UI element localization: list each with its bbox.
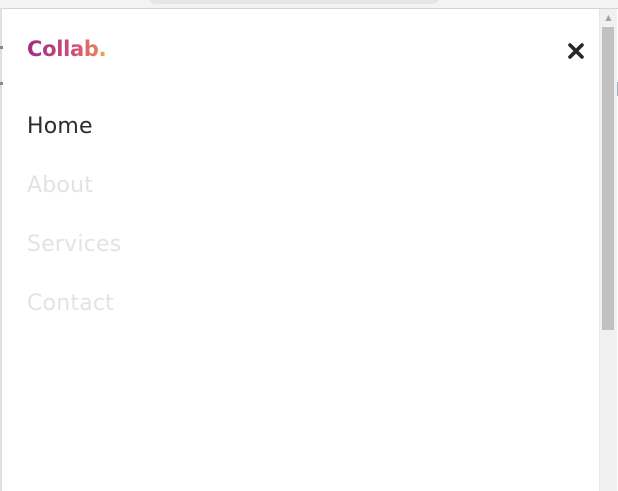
browser-top-strip (0, 0, 618, 9)
left-edge-marker (0, 82, 3, 85)
browser-address-pill (148, 0, 440, 4)
brand-dot: . (98, 37, 107, 61)
nav-item-services[interactable]: Services (27, 228, 121, 287)
vertical-scrollbar[interactable]: ▲ (599, 9, 617, 491)
nav-item-contact[interactable]: Contact (27, 287, 121, 346)
brand-name: Collab (27, 37, 99, 61)
close-icon (568, 43, 584, 59)
close-menu-button[interactable] (564, 39, 588, 63)
scrollbar-thumb[interactable] (602, 27, 614, 330)
scroll-up-arrow-icon[interactable]: ▲ (600, 9, 617, 25)
brand-logo[interactable]: Collab. (27, 35, 107, 63)
mobile-menu-frame: Collab. Home About Services Contact ▲ (0, 0, 618, 491)
left-window-edge (0, 8, 2, 491)
left-edge-marker (0, 46, 3, 49)
nav-item-home[interactable]: Home (27, 110, 121, 169)
main-nav: Home About Services Contact (27, 110, 121, 346)
nav-item-about[interactable]: About (27, 169, 121, 228)
